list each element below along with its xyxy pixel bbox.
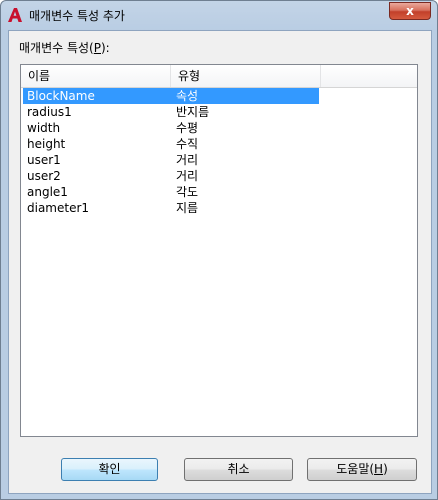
title-bar[interactable]: 매개변수 특성 추가 x <box>1 1 437 31</box>
close-button[interactable]: x <box>389 2 431 20</box>
item-type: 거리 <box>176 153 199 167</box>
item-type: 수평 <box>176 121 199 135</box>
item-name: angle1 <box>27 185 68 199</box>
list-item[interactable]: angle1 각도 <box>21 184 417 200</box>
dialog-body: 매개변수 특성(P): 이름 유형 BlockName 속성 radius1 반지름 w… <box>8 30 432 494</box>
help-button[interactable]: 도움말(H) <box>307 458 417 481</box>
autocad-a-icon <box>8 8 22 22</box>
item-type: 수직 <box>176 137 199 151</box>
list-item[interactable]: user2 거리 <box>21 168 417 184</box>
item-type: 지름 <box>176 201 199 215</box>
close-icon: x <box>406 4 414 18</box>
parameter-properties-list[interactable]: 이름 유형 BlockName 속성 radius1 반지름 width 수평 height… <box>20 64 418 437</box>
cancel-button[interactable]: 취소 <box>184 458 293 481</box>
item-type: 거리 <box>176 169 199 183</box>
list-item[interactable]: height 수직 <box>21 136 417 152</box>
item-name: radius1 <box>27 105 72 119</box>
item-name: diameter1 <box>27 201 90 215</box>
column-header-type[interactable]: 유형 <box>171 65 321 87</box>
item-name: BlockName <box>27 89 95 103</box>
list-rows: BlockName 속성 radius1 반지름 width 수평 height 수직 user… <box>21 88 417 216</box>
dialog-window: 매개변수 특성 추가 x 매개변수 특성(P): 이름 유형 BlockName… <box>0 0 438 500</box>
list-header: 이름 유형 <box>21 65 417 88</box>
list-item[interactable]: width 수평 <box>21 120 417 136</box>
parameter-properties-label: 매개변수 특성(P): <box>19 41 110 55</box>
window-title: 매개변수 특성 추가 <box>29 9 125 23</box>
item-name: height <box>27 137 66 151</box>
list-item[interactable]: user1 거리 <box>21 152 417 168</box>
ok-button[interactable]: 확인 <box>61 458 158 481</box>
item-name: user1 <box>27 153 61 167</box>
item-type: 각도 <box>176 185 199 199</box>
list-item[interactable]: diameter1 지름 <box>21 200 417 216</box>
item-type: 속성 <box>176 89 199 103</box>
item-name: user2 <box>27 169 61 183</box>
list-item[interactable]: BlockName 속성 <box>21 88 417 104</box>
column-header-name[interactable]: 이름 <box>21 65 171 87</box>
item-type: 반지름 <box>176 105 210 119</box>
list-item[interactable]: radius1 반지름 <box>21 104 417 120</box>
item-name: width <box>27 121 61 135</box>
